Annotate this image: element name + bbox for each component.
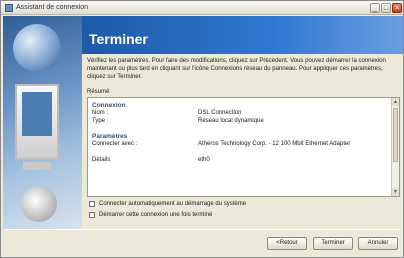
title-bar[interactable]: Assistant de connexion _ □ ✕ <box>1 1 403 15</box>
parametres-heading: Paramètres <box>92 133 128 140</box>
scroll-down-icon[interactable]: ▼ <box>392 188 399 196</box>
scroll-thumb[interactable] <box>393 108 398 162</box>
network-wizard-icon <box>5 4 13 12</box>
sphere-icon <box>21 186 57 222</box>
start-now-checkbox[interactable]: Démarrer cette connexion une fois termin… <box>89 211 289 220</box>
row-key: Connecter avec : <box>92 141 138 147</box>
row-key: Détails <box>92 157 111 163</box>
finish-button[interactable]: Terminer <box>313 237 353 250</box>
summary-row: Nom : DSL Connection <box>92 109 388 117</box>
wizard-window: Assistant de connexion _ □ ✕ Terminer Vé… <box>0 0 404 258</box>
row-key: Type : <box>92 118 109 124</box>
monitor-screen <box>22 92 52 136</box>
row-value: eth0 <box>198 157 210 163</box>
back-button[interactable]: <Retour <box>267 237 307 250</box>
summary-row: Connecter avec : Atheros Technology Corp… <box>92 140 388 156</box>
wizard-side-image <box>3 16 82 229</box>
scroll-up-icon[interactable]: ▲ <box>392 98 399 106</box>
cancel-button[interactable]: Annuler <box>358 237 398 250</box>
maximize-button[interactable]: □ <box>381 3 391 13</box>
close-button[interactable]: ✕ <box>392 3 402 13</box>
monitor-stand <box>23 162 51 170</box>
summary-box[interactable]: Connexion Nom : DSL Connection Type : Ré… <box>87 97 400 197</box>
row-value: Réseau local dynamique <box>198 118 264 124</box>
row-value: DSL Connection <box>198 110 242 116</box>
row-value: Atheros Technology Corp. - 12 100 Mbit E… <box>198 141 351 147</box>
summary-row: Détails eth0 <box>92 156 388 164</box>
row-key: Nom : <box>92 110 109 116</box>
summary-content: Connexion Nom : DSL Connection Type : Ré… <box>92 100 388 164</box>
window-title: Assistant de connexion <box>16 4 88 11</box>
connexion-heading: Connexion <box>92 102 126 109</box>
footer-divider <box>5 229 401 230</box>
summary-label: Résumé <box>87 89 110 95</box>
summary-row: Type : Réseau local dynamique <box>92 117 388 125</box>
checkbox-label[interactable]: Démarrer cette connexion une fois termin… <box>99 211 212 220</box>
page-title: Terminer <box>89 31 148 47</box>
checkbox-box[interactable] <box>89 212 95 218</box>
intro-text: Vérifiez les paramètres. Pour faire des … <box>87 58 386 80</box>
globe-icon <box>13 24 61 72</box>
monitor-icon <box>15 84 59 160</box>
summary-scrollbar[interactable]: ▲ ▼ <box>391 98 399 196</box>
auto-connect-checkbox[interactable]: Connecter automatiquement au démarrage d… <box>89 200 289 209</box>
minimize-button[interactable]: _ <box>370 3 380 13</box>
checkbox-label[interactable]: Connecter automatiquement au démarrage d… <box>99 200 246 209</box>
checkbox-box[interactable] <box>89 201 95 207</box>
